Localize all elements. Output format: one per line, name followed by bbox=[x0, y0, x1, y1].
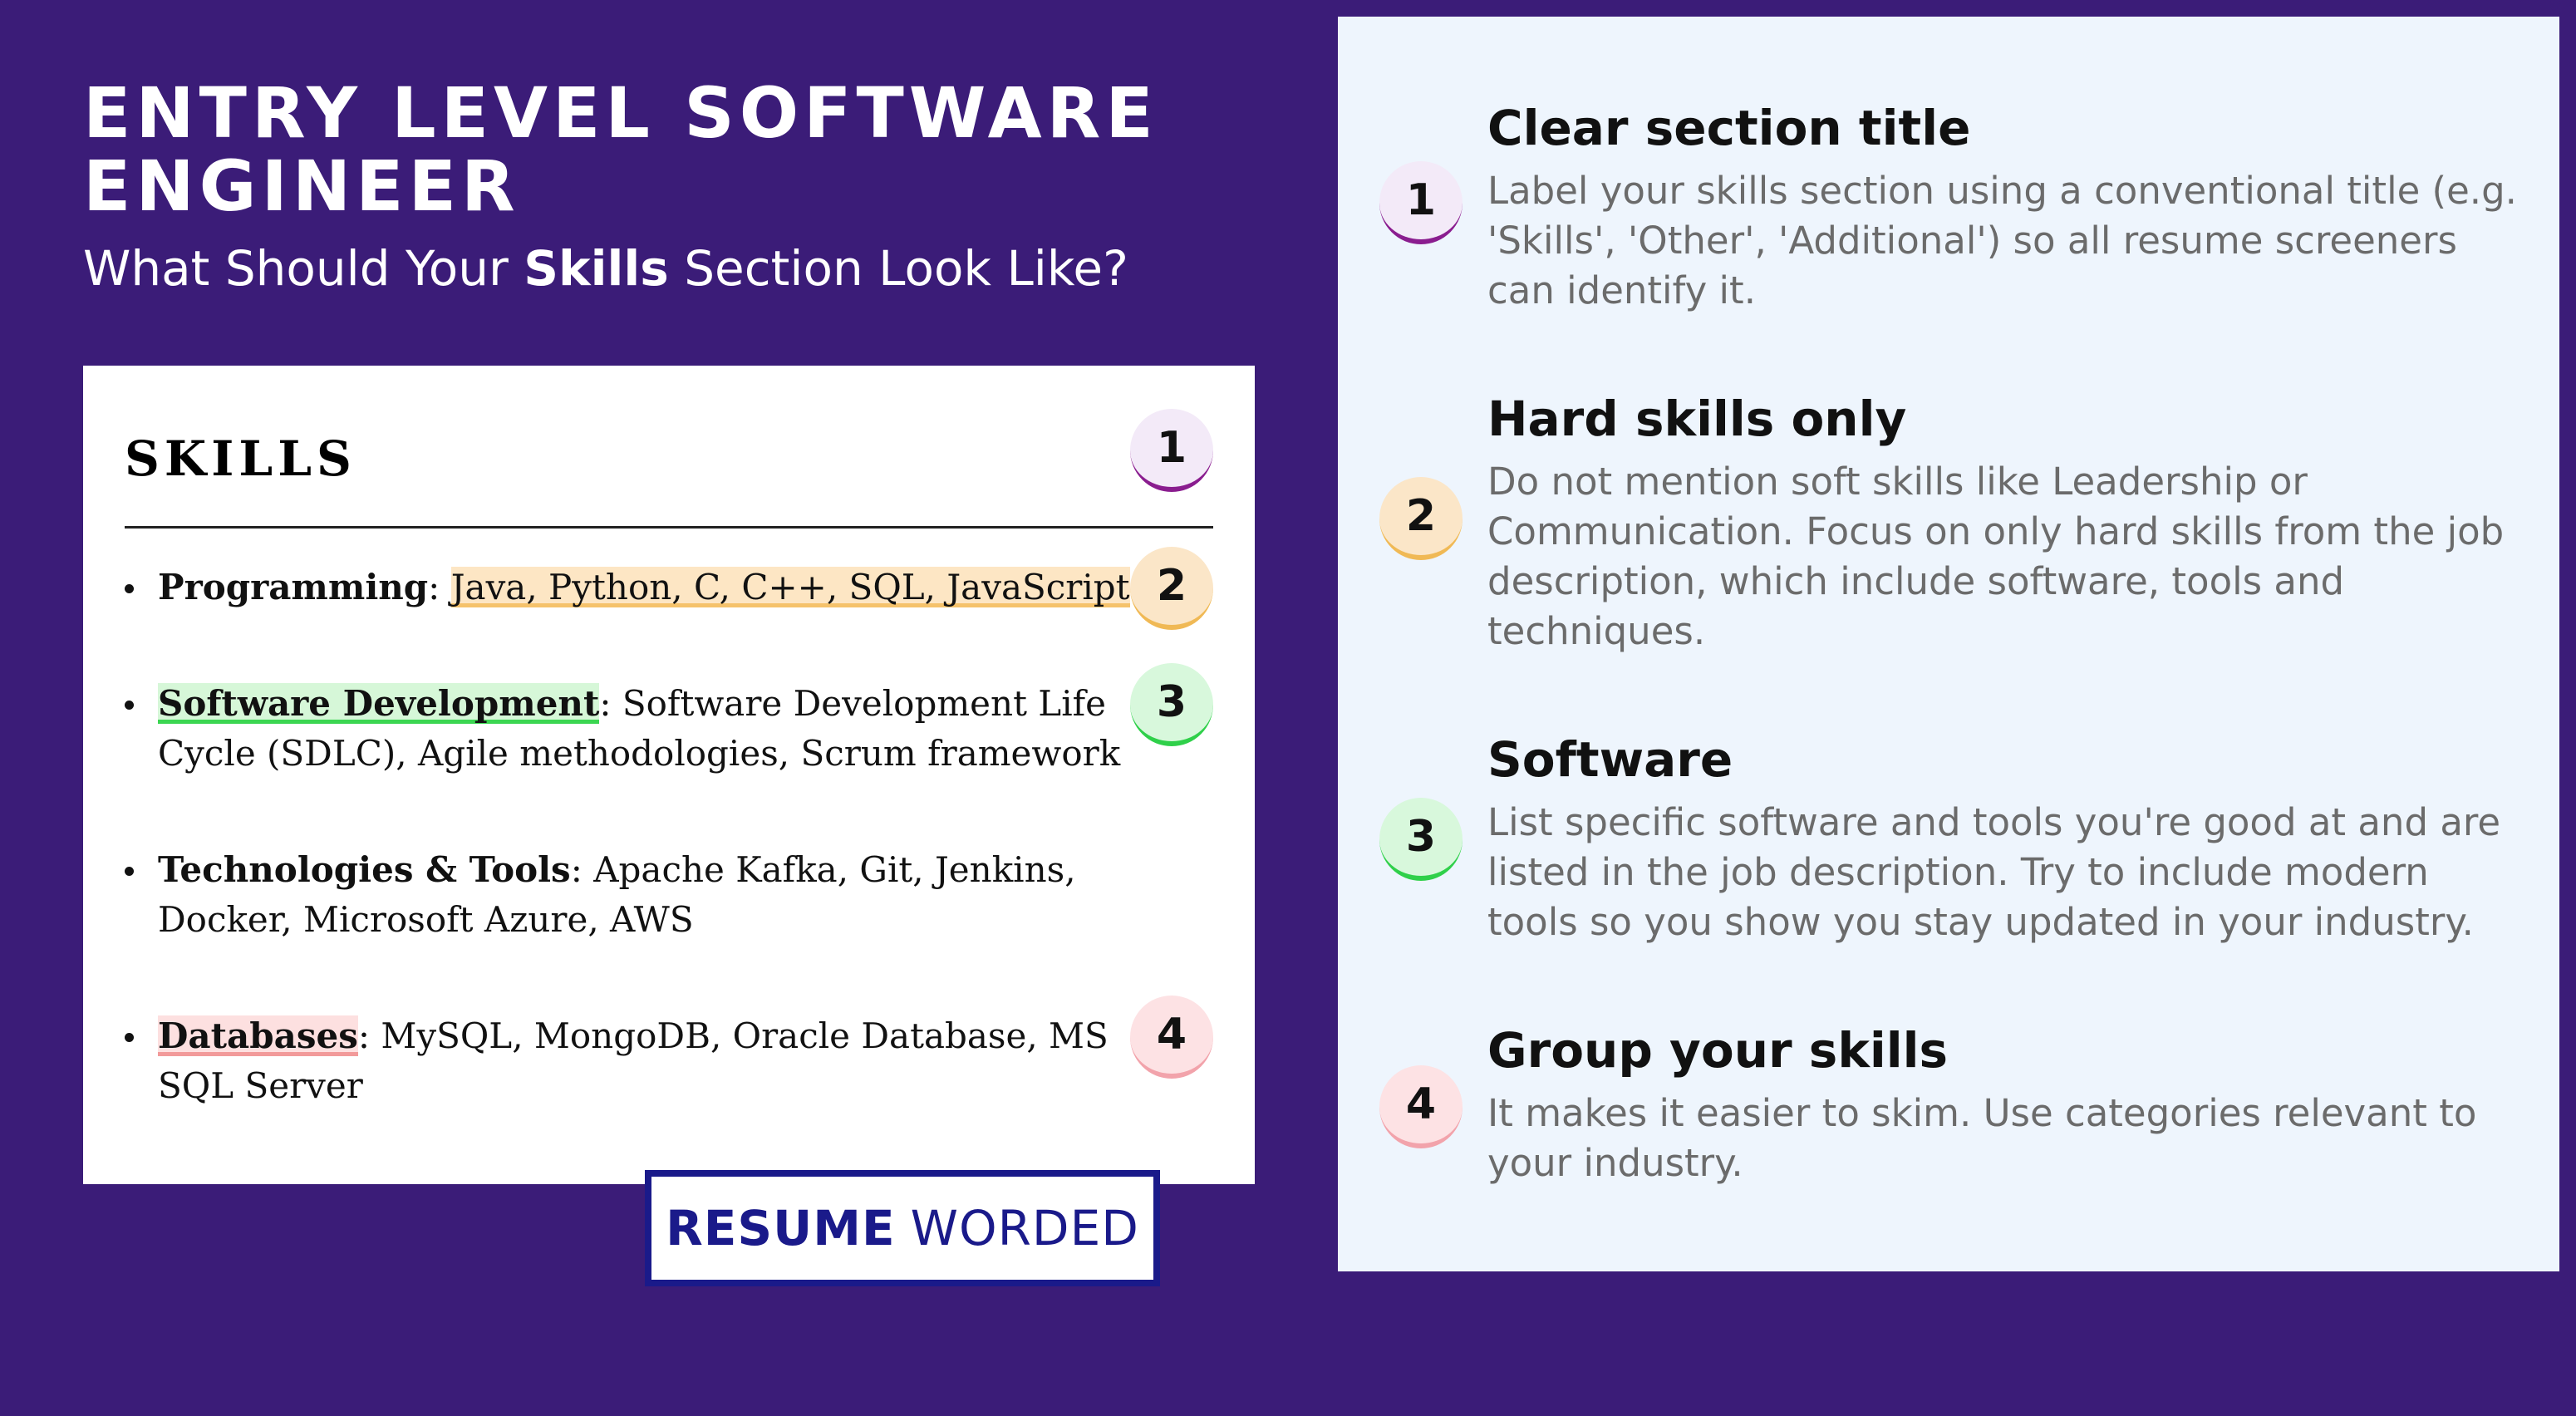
badge-2: 2 bbox=[1130, 547, 1213, 630]
tips-panel: 1 Clear section title Label your skills … bbox=[1338, 17, 2559, 1271]
skill-text: Databases: MySQL, MongoDB, Oracle Databa… bbox=[158, 1011, 1180, 1111]
skill-separator: : bbox=[599, 683, 622, 724]
skill-label: Databases bbox=[158, 1015, 358, 1056]
skill-text: Programming: Java, Python, C, C++, SQL, … bbox=[158, 563, 1180, 612]
skill-text: Software Development: Software Developme… bbox=[158, 679, 1180, 779]
skill-text: Technologies & Tools: Apache Kafka, Git,… bbox=[158, 845, 1180, 945]
skill-label: Technologies & Tools bbox=[158, 849, 571, 890]
tip-desc-1: Label your skills section using a conven… bbox=[1487, 169, 2517, 312]
tip-badge-2: 2 bbox=[1379, 477, 1463, 560]
bullet-icon bbox=[125, 867, 134, 876]
skill-item-programming: Programming: Java, Python, C, C++, SQL, … bbox=[125, 563, 1180, 612]
skills-card: SKILLS 1 Programming: Java, Python, C, C… bbox=[83, 366, 1255, 1184]
subtitle-after: Section Look Like? bbox=[668, 240, 1128, 297]
logo-text-light: WORDED bbox=[910, 1200, 1139, 1256]
badge-1: 1 bbox=[1130, 409, 1213, 492]
section-divider bbox=[125, 526, 1213, 529]
skill-separator: : bbox=[428, 567, 451, 607]
badge-4: 4 bbox=[1130, 996, 1213, 1079]
skill-separator: : bbox=[357, 1015, 381, 1056]
logo-text-bold: RESUME bbox=[666, 1200, 896, 1256]
tip-badge-3: 3 bbox=[1379, 798, 1463, 881]
tip-title-2: Hard skills only bbox=[1487, 391, 1907, 447]
tip-desc-4: It makes it easier to skim. Use categori… bbox=[1487, 1091, 2477, 1185]
subtitle-before: What Should Your bbox=[83, 240, 524, 297]
tip-desc-2: Do not mention soft skills like Leadersh… bbox=[1487, 460, 2505, 653]
skill-separator: : bbox=[570, 849, 594, 890]
tip-title-1: Clear section title bbox=[1487, 100, 1971, 156]
bullet-icon bbox=[125, 1033, 134, 1042]
tip-title-3: Software bbox=[1487, 731, 1733, 788]
tip-badge-4: 4 bbox=[1379, 1065, 1463, 1148]
page-subtitle: What Should Your Skills Section Look Lik… bbox=[83, 239, 1128, 297]
skill-values: Java, Python, C, C++, SQL, JavaScript bbox=[450, 567, 1130, 607]
tip-badge-1: 1 bbox=[1379, 161, 1463, 244]
tip-title-4: Group your skills bbox=[1487, 1022, 1949, 1079]
subtitle-bold: Skills bbox=[524, 240, 669, 297]
left-section: ENTRY LEVEL SOFTWARE ENGINEER What Shoul… bbox=[0, 0, 1313, 1416]
skill-label: Programming bbox=[158, 567, 429, 607]
skill-item-technologies-tools: Technologies & Tools: Apache Kafka, Git,… bbox=[125, 845, 1180, 945]
skill-label: Software Development bbox=[158, 683, 600, 724]
bullet-icon bbox=[125, 584, 134, 593]
page-title: ENTRY LEVEL SOFTWARE ENGINEER bbox=[83, 72, 1158, 227]
bullet-icon bbox=[125, 701, 134, 710]
tip-desc-3: List specific software and tools you're … bbox=[1487, 800, 2501, 944]
resume-worded-logo: RESUME WORDED bbox=[645, 1170, 1160, 1286]
skill-item-software-development: Software Development: Software Developme… bbox=[125, 679, 1180, 779]
skill-item-databases: Databases: MySQL, MongoDB, Oracle Databa… bbox=[125, 1011, 1180, 1111]
skills-heading: SKILLS bbox=[125, 430, 356, 487]
badge-3: 3 bbox=[1130, 663, 1213, 746]
